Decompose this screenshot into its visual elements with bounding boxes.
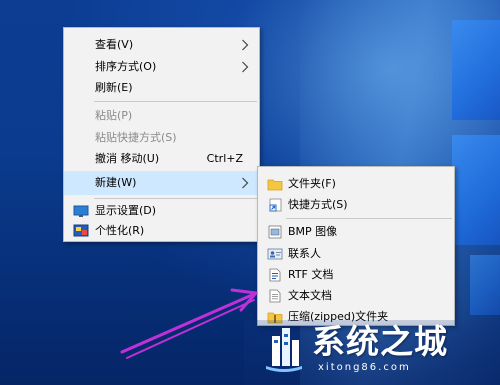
watermark-logo bbox=[266, 328, 302, 372]
watermark-url: xitong86.com bbox=[318, 362, 411, 373]
watermark-title: 系统之城 bbox=[312, 322, 448, 361]
